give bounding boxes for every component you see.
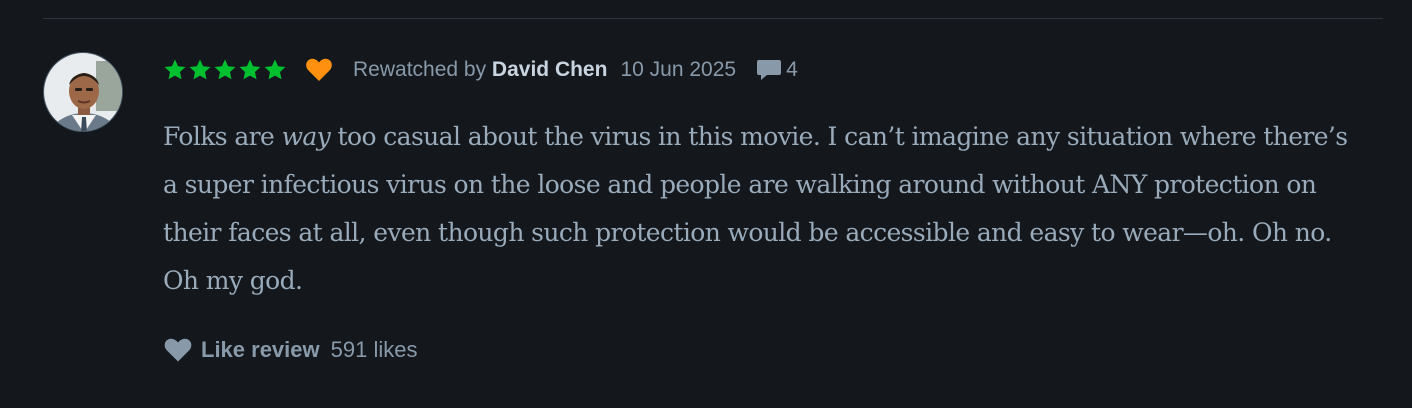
review-body: Folks are way too casual about the virus… (163, 113, 1358, 305)
star-icon (164, 59, 186, 80)
like-row: Like review 591 likes (163, 334, 417, 366)
like-review-button[interactable]: Like review (163, 337, 320, 363)
review-date[interactable]: 10 Jun 2025 (620, 58, 736, 82)
like-review-label: Like review (201, 337, 320, 362)
review-text-part1: Folks are (163, 122, 282, 151)
heart-icon (164, 338, 192, 362)
activity-label: Rewatched by David Chen (353, 58, 607, 82)
review-text-emphasis: way (281, 122, 331, 151)
heart-icon (306, 58, 332, 81)
avatar[interactable] (43, 52, 123, 132)
likes-count[interactable]: 591 likes (331, 337, 418, 363)
review-meta: Rewatched by David Chen 10 Jun 2025 4 (163, 54, 798, 86)
comment-count: 4 (786, 58, 798, 81)
star-icon (214, 59, 236, 80)
star-icon (239, 59, 261, 80)
star-icon (189, 59, 211, 80)
star-rating (163, 58, 287, 82)
comment-bubble-icon (757, 60, 782, 80)
star-icon (264, 59, 286, 80)
activity-prefix: Rewatched by (353, 58, 492, 81)
comments-link[interactable]: 4 (756, 58, 798, 82)
review-text-part2: too casual about the virus in this movie… (163, 122, 1348, 295)
top-divider (43, 18, 1383, 19)
author-link[interactable]: David Chen (492, 58, 608, 81)
